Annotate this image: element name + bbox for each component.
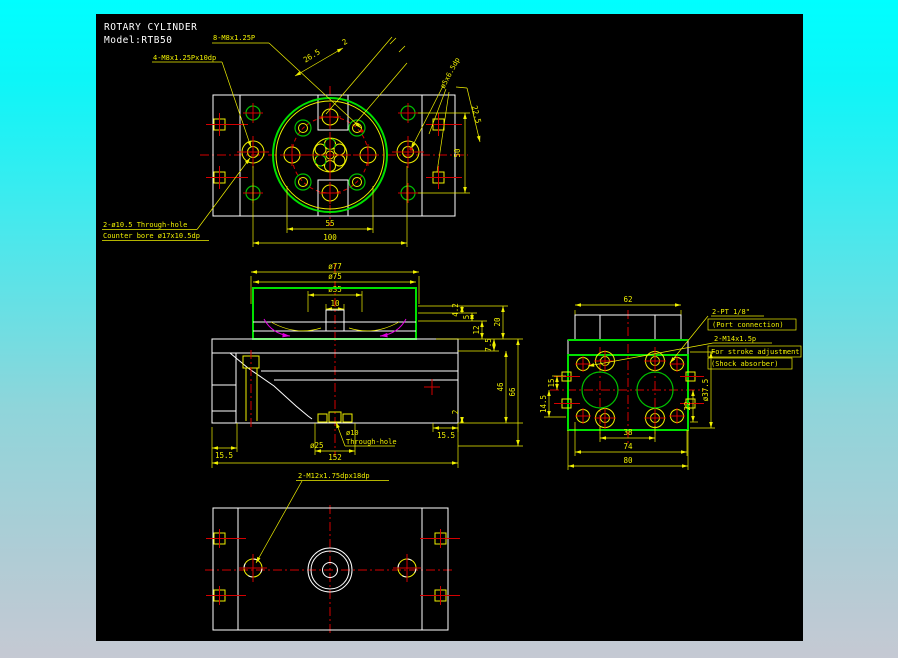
port-note: 2-PT 1/8"	[712, 308, 750, 316]
front-view: ø77 ø75 ø35 10 4.2 5 12 20 7.5 46 66 2 1…	[211, 262, 523, 468]
dim-d35: ø35	[328, 285, 342, 294]
dim-10: 10	[330, 299, 340, 308]
bottom-view: 2-M12x1.75dpx18dp	[205, 472, 460, 635]
thread8-note: 8-M8x1.25P	[213, 34, 255, 42]
desktop-background: { "title": { "line1": "ROTARY CYLINDER",…	[0, 0, 898, 658]
drawing-model: Model:RTB50	[104, 35, 172, 46]
drawing-canvas[interactable]: ROTARY CYLINDER Model:RTB50 8-M8x1.25P 4…	[96, 14, 803, 641]
dim-15-5-right: 15.5	[437, 431, 455, 440]
dim-152: 152	[328, 453, 342, 462]
drawing-title: ROTARY CYLINDER	[104, 22, 197, 33]
section-bolt	[242, 350, 260, 428]
dim-74: 74	[623, 442, 633, 451]
shaft-cluster	[309, 134, 351, 176]
m12-note: 2-M12x1.75dpx18dp	[298, 472, 370, 480]
dim-d77: ø77	[328, 262, 342, 271]
dim-7-5: 7.5	[484, 338, 493, 352]
dim-38: 38	[623, 428, 633, 437]
dim-15-5-left: 15.5	[215, 451, 233, 460]
counterbore-note-1: 2-ø10.5 Through-hole	[103, 221, 187, 229]
stroke-note-1: For stroke adjustment	[711, 348, 800, 356]
dim-22-5: 22.5	[470, 105, 483, 125]
dim-62: 62	[623, 295, 632, 304]
cad-drawing: ROTARY CYLINDER Model:RTB50 8-M8x1.25P 4…	[102, 22, 802, 635]
dim-d37-5: ø37.5	[701, 379, 710, 402]
hole-through-note: Through-hole	[346, 438, 397, 446]
dim-12: 12	[472, 325, 481, 334]
dim-4-2: 4.2	[451, 303, 460, 317]
port-note-2: (Port connection)	[712, 321, 784, 329]
dim-46: 46	[496, 382, 505, 392]
title-block: ROTARY CYLINDER Model:RTB50	[104, 22, 197, 46]
front-right-dims: 4.2 5 12 20 7.5 46 66 2	[418, 303, 523, 447]
dim-2b: 2	[451, 410, 460, 415]
dim-80: 80	[623, 456, 633, 465]
counterbore-note-2: Counter bore ø17x10.5dp	[103, 232, 200, 240]
dim-d75: ø75	[328, 272, 342, 281]
dim-2: 2	[340, 37, 349, 47]
top-view: 8-M8x1.25P 4-M8x1.25Px10dp 26.5 2 ø5x6.5…	[102, 34, 483, 247]
dim-14-5: 14.5	[539, 395, 548, 413]
dim-50: 50	[453, 148, 462, 158]
dim-66: 66	[508, 387, 517, 397]
dim-22: 22	[683, 401, 692, 410]
stroke-note-2: (Shock absorber)	[711, 360, 778, 368]
hole-d10-note: ø10	[346, 429, 359, 437]
m14-note: 2-M14x1.5p	[714, 335, 756, 343]
dim-20: 20	[493, 317, 502, 327]
dim-15: 15	[547, 378, 556, 387]
pin-note: ø5x6.5dp	[439, 56, 462, 90]
thread4-note: 4-M8x1.25Px10dp	[153, 54, 216, 62]
dim-5: 5	[462, 315, 471, 320]
dim-d25: ø25	[310, 441, 324, 450]
dim-55: 55	[325, 219, 334, 228]
side-view: 62 2-PT 1/8" (Port connection) 2-M14x1.5…	[539, 295, 802, 470]
angled-dims: 26.5 2	[294, 36, 408, 126]
dim-100: 100	[323, 233, 337, 242]
